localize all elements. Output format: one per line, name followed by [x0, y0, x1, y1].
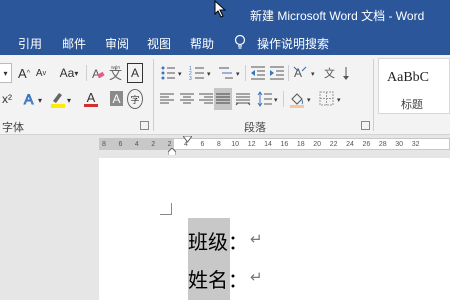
window-title: 新建 Microsoft Word 文档 - Word — [250, 9, 425, 23]
highlight-icon[interactable]: ▾ — [49, 89, 75, 109]
ruler-tick-label: 2 — [167, 141, 172, 148]
ruler-tick-label: 4 — [134, 141, 139, 148]
svg-text:▾: ▾ — [307, 97, 311, 104]
tab-view[interactable]: 视图 — [147, 35, 171, 52]
ruler-tick-label: 12 — [247, 141, 256, 148]
ruler-tick-label: 20 — [313, 141, 322, 148]
svg-text:wén: wén — [111, 65, 120, 71]
ruler-tick-label: 8 — [216, 141, 221, 148]
divider — [288, 65, 289, 81]
paragraph-mark: ↵ — [250, 231, 263, 248]
svg-text:3: 3 — [189, 76, 192, 82]
tab-mailings[interactable]: 邮件 — [62, 35, 86, 52]
svg-text:▾: ▾ — [38, 96, 42, 105]
font-dialog-launcher[interactable] — [140, 121, 149, 130]
ruler-tick-label: 24 — [346, 141, 354, 148]
group-divider — [153, 59, 154, 131]
group-divider — [373, 59, 374, 131]
change-case-button[interactable]: Aa ▾ — [56, 63, 82, 83]
svg-text:▾: ▾ — [236, 71, 240, 78]
tab-help[interactable]: 帮助 — [190, 35, 214, 52]
svg-text:▾: ▾ — [207, 71, 211, 78]
styles-gallery[interactable]: AaBbC 标题 — [378, 58, 450, 114]
sort-icon[interactable]: 文 — [322, 63, 340, 83]
doc-line-name[interactable]: 姓名： — [188, 264, 248, 293]
font-color-button[interactable]: A — [79, 89, 103, 109]
svg-text:A: A — [24, 91, 34, 107]
ruler-tick-label: 6 — [200, 141, 205, 148]
svg-text:▾: ▾ — [337, 97, 341, 104]
lightbulb-icon — [234, 34, 246, 49]
svg-text:▾: ▾ — [178, 71, 182, 78]
ruler-tick-label: 8 — [102, 141, 106, 148]
align-right-icon[interactable] — [198, 89, 214, 109]
document-page[interactable] — [99, 158, 450, 300]
center-icon[interactable] — [179, 89, 195, 109]
divider — [283, 91, 284, 107]
multilevel-list-icon[interactable]: ▾ — [217, 63, 243, 83]
ribbon-tabs: 引用 邮件 审阅 视图 帮助 操作说明搜索 — [0, 30, 450, 55]
svg-text:▾: ▾ — [274, 97, 278, 104]
ruler-tick-label: 30 — [395, 141, 404, 148]
style-name-heading: 标题 — [401, 99, 423, 111]
ribbon: ▾ A ^ Av Aa ▾ A 文 wén A x² A ▾ ▾ A A 字 字体 … — [0, 55, 450, 135]
phonetic-guide-icon[interactable]: 文 wén — [108, 63, 124, 83]
paragraph-group-label: 段落 — [244, 122, 266, 134]
enclose-char-button[interactable]: 字 — [127, 89, 143, 109]
doc-line-class[interactable]: 班级： — [188, 226, 248, 255]
sort-arrow-icon[interactable] — [340, 63, 354, 83]
char-shading-button[interactable]: A — [110, 91, 123, 106]
distributed-icon[interactable] — [235, 89, 251, 109]
text-effects-icon[interactable]: A ▾ — [22, 89, 46, 109]
svg-text:文: 文 — [324, 66, 335, 80]
superscript-button[interactable]: x² — [0, 89, 14, 109]
font-size-dropdown[interactable]: ▾ — [0, 63, 12, 83]
tell-me-search[interactable]: 操作说明搜索 — [257, 35, 329, 52]
align-left-icon[interactable] — [159, 89, 175, 109]
margin-corner-mark — [160, 203, 172, 215]
paragraph-mark: ↵ — [250, 269, 263, 286]
numbering-icon[interactable]: 1 2 3 ▾ — [188, 63, 214, 83]
tab-references[interactable]: 引用 — [18, 35, 42, 52]
line-spacing-icon[interactable]: ▾ — [256, 89, 280, 109]
shrink-font-button[interactable]: Av — [34, 63, 48, 83]
ruler-tick-label: 6 — [118, 141, 123, 148]
bullets-icon[interactable]: ▾ — [159, 63, 185, 83]
ruler-tick-label: 14 — [264, 141, 272, 148]
increase-indent-icon[interactable] — [268, 63, 286, 83]
decrease-indent-icon[interactable] — [249, 63, 267, 83]
mouse-pointer-icon — [214, 0, 227, 18]
justify-icon[interactable] — [214, 88, 232, 110]
svg-text:▾: ▾ — [311, 71, 315, 78]
shading-icon[interactable]: ▾ — [288, 89, 314, 109]
font-group-label: 字体 — [2, 122, 24, 134]
ruler-tick-label: 28 — [378, 141, 387, 148]
ruler-tick-label: 26 — [362, 141, 371, 148]
ruler-tick-label: 32 — [411, 141, 420, 148]
asian-layout-icon[interactable]: A ▾ — [292, 63, 318, 83]
paragraph-dialog-launcher[interactable] — [361, 121, 370, 130]
divider — [245, 65, 246, 81]
svg-text:▾: ▾ — [67, 96, 71, 105]
ruler-tick-label: 16 — [280, 141, 289, 148]
style-sample: AaBbC — [387, 70, 429, 85]
clear-format-icon[interactable]: A — [90, 63, 106, 83]
ruler-tick-label: 18 — [296, 141, 305, 148]
tab-review[interactable]: 审阅 — [105, 35, 129, 52]
ruler-tick-label: 22 — [329, 141, 338, 148]
divider — [86, 65, 87, 81]
ruler-tick-label: 2 — [151, 141, 156, 148]
ruler-tick-label: 10 — [231, 141, 240, 148]
char-border-button[interactable]: A — [127, 63, 143, 83]
first-line-indent-marker[interactable] — [183, 136, 192, 143]
borders-icon[interactable]: ▾ — [318, 89, 344, 109]
grow-font-button[interactable]: A ^ — [16, 63, 32, 83]
